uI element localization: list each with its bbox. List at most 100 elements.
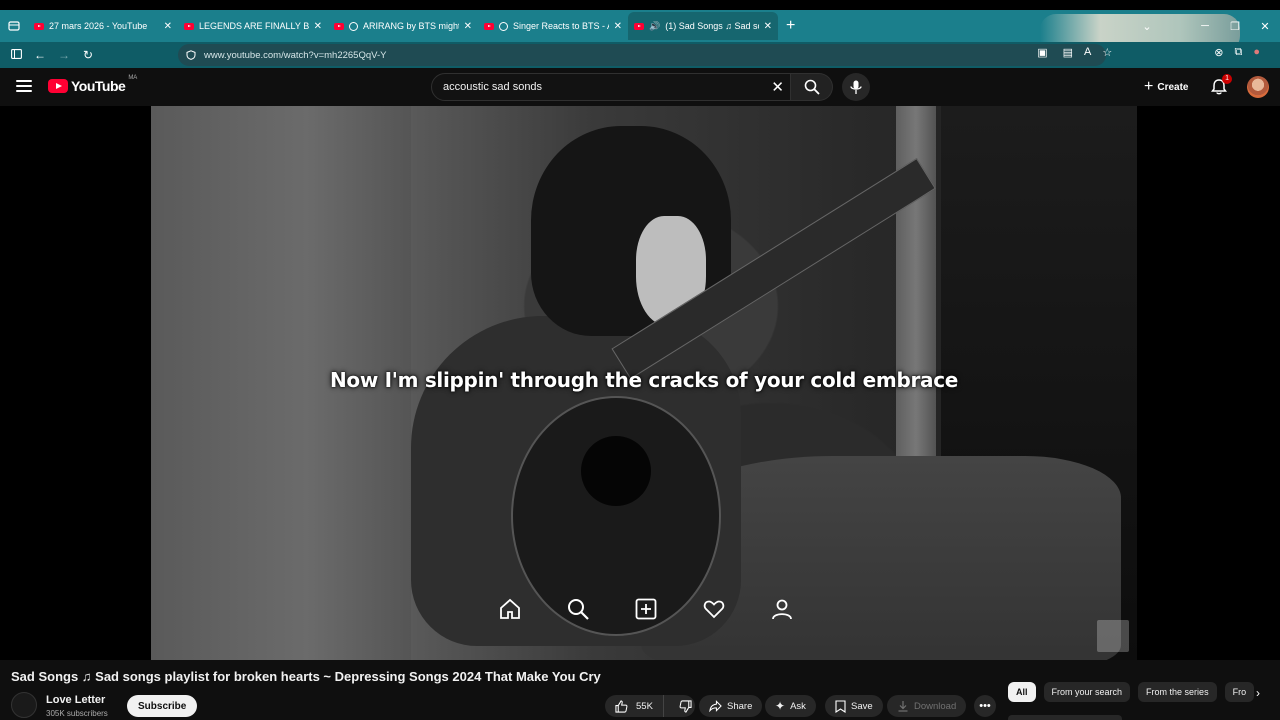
create-button[interactable]: + Create (1136, 74, 1196, 100)
search-icon (804, 79, 820, 95)
forward-arrow-icon[interactable]: → (52, 48, 76, 62)
create-label: Create (1157, 81, 1189, 93)
dislike-button[interactable] (669, 695, 702, 717)
share-label: Share (727, 700, 753, 712)
logo-text: YouTube (71, 78, 126, 94)
download-label: Download (914, 700, 957, 712)
browser-tab-5-active[interactable]: 🔊 (1) Sad Songs ♫ Sad songs ✕ (628, 12, 778, 40)
download-icon (898, 701, 908, 712)
chip-from-the-series[interactable]: From the series (1138, 682, 1217, 702)
search-box: ✕ (431, 73, 791, 101)
close-window-icon[interactable]: ✕ (1250, 20, 1280, 33)
tab-title: 27 mars 2026 - YouTube (49, 21, 148, 31)
save-button[interactable]: Save (825, 695, 883, 717)
save-label: Save (851, 700, 873, 712)
heart-icon (701, 596, 727, 622)
youtube-icon (634, 22, 644, 30)
related-filter-chips: All From your search From the series Fro (1008, 682, 1256, 702)
sparkle-icon: ✦ (775, 699, 786, 713)
translate-icon[interactable]: A (1084, 46, 1091, 59)
hamburger-menu-icon[interactable] (16, 80, 32, 92)
video-player[interactable]: Now I'm slippin' through the cracks of y… (151, 106, 1137, 660)
speaker-icon[interactable]: 🔊 (649, 21, 660, 32)
video-overlay-icons (497, 596, 795, 622)
browser-tab-1[interactable]: 27 mars 2026 - YouTube ✕ (28, 12, 178, 40)
download-button[interactable]: Download (887, 695, 967, 717)
video-scene-soundhole (581, 436, 651, 506)
channel-name[interactable]: Love Letter (46, 694, 105, 706)
add-square-icon (633, 596, 659, 622)
search-input[interactable] (443, 81, 763, 93)
chevron-right-icon[interactable]: › (1256, 686, 1260, 700)
tab-title: (1) Sad Songs ♫ Sad songs (665, 21, 758, 31)
bookmark-star-icon[interactable]: ☆ (1102, 46, 1112, 59)
close-icon[interactable]: ✕ (614, 21, 622, 32)
reader-icon[interactable]: ▤ (1063, 46, 1073, 59)
lyric-caption: Now I'm slippin' through the cracks of y… (329, 368, 959, 392)
ask-label: Ask (790, 700, 806, 712)
channel-avatar[interactable] (11, 692, 37, 718)
person-icon (769, 596, 795, 622)
reload-icon[interactable]: ↻ (76, 48, 100, 62)
plus-icon: + (1144, 78, 1154, 95)
voice-search-button[interactable] (842, 73, 870, 101)
chip-from-your-search[interactable]: From your search (1043, 682, 1131, 702)
tab-search-icon[interactable]: ⌄ (1132, 20, 1162, 33)
notification-count-badge: 1 (1222, 74, 1232, 84)
search-icon (565, 596, 591, 622)
browser-tab-2[interactable]: LEGENDS ARE FINALLY BACK! 🎉 ✕ (178, 12, 328, 40)
search-button[interactable] (791, 73, 833, 101)
country-code: MA (128, 75, 138, 81)
more-actions-icon[interactable]: ••• (974, 695, 996, 717)
related-video-thumbnail[interactable] (1008, 715, 1122, 720)
video-info-section: Sad Songs ♫ Sad songs playlist for broke… (0, 660, 1280, 720)
like-count: 55K (636, 700, 653, 712)
video-title: Sad Songs ♫ Sad songs playlist for broke… (11, 669, 601, 684)
home-icon (497, 596, 523, 622)
chip-truncated[interactable]: Fro (1224, 682, 1255, 702)
browser-extension-icons: ▣ ▤ A ☆ ⊗ ⧉ ● (1037, 46, 1260, 59)
screenshot-icon[interactable]: ▣ (1037, 46, 1047, 59)
loading-icon (499, 21, 508, 31)
microphone-icon (850, 80, 862, 94)
tab-title: ARIRANG by BTS might just (363, 21, 459, 31)
subscriber-count: 305K subscribers (46, 709, 108, 718)
extensions-icon[interactable]: ⧉ (1234, 46, 1242, 59)
share-button[interactable]: Share (699, 695, 763, 717)
youtube-icon (184, 22, 194, 30)
close-icon[interactable]: ✕ (764, 21, 772, 32)
tab-title: LEGENDS ARE FINALLY BACK! 🎉 (199, 20, 309, 31)
like-button[interactable]: 55K (605, 695, 664, 717)
close-icon[interactable]: ✕ (164, 21, 172, 32)
maximize-icon[interactable]: ❐ (1220, 20, 1250, 33)
tab-actions-icon[interactable] (0, 12, 28, 40)
browser-tab-3[interactable]: ARIRANG by BTS might just ✕ (328, 12, 478, 40)
like-dislike-group: 55K (605, 695, 695, 717)
notifications-button[interactable]: 1 (1208, 74, 1232, 98)
url-field[interactable]: www.youtube.com/watch?v=mh2265QqV-Y (178, 44, 1106, 66)
browser-tab-4[interactable]: Singer Reacts to BTS - ARIR ✕ (478, 12, 628, 40)
youtube-logo[interactable]: YouTube MA (48, 75, 138, 94)
share-icon (709, 700, 722, 712)
ask-button[interactable]: ✦ Ask (765, 695, 816, 717)
site-info-icon[interactable] (186, 50, 196, 60)
tab-title: Singer Reacts to BTS - ARIR (513, 21, 609, 31)
clear-search-icon[interactable]: ✕ (771, 78, 784, 96)
thumbs-up-icon (615, 699, 628, 713)
subscribe-button[interactable]: Subscribe (127, 695, 198, 717)
channel-watermark[interactable] (1097, 620, 1129, 652)
extension-close-icon[interactable]: ⊗ (1214, 46, 1223, 59)
close-icon[interactable]: ✕ (464, 21, 472, 32)
profile-icon[interactable]: ● (1253, 46, 1260, 59)
minimize-icon[interactable]: ─ (1190, 20, 1220, 32)
account-avatar[interactable] (1247, 76, 1269, 98)
chip-all[interactable]: All (1008, 682, 1036, 702)
new-tab-icon[interactable]: + (786, 17, 795, 35)
youtube-icon (34, 22, 44, 30)
loading-icon (349, 21, 358, 31)
back-arrow-icon[interactable]: ← (28, 48, 52, 62)
close-icon[interactable]: ✕ (314, 21, 322, 32)
sidebar-icon[interactable] (4, 48, 28, 62)
window-top-edge (0, 0, 1280, 10)
youtube-header: YouTube MA ✕ + Create 1 (0, 68, 1280, 106)
